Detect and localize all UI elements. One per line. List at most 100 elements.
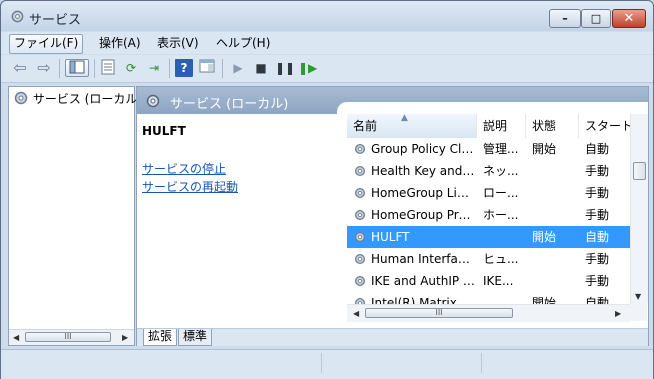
pane-title: サービス (ローカル) <box>170 97 289 112</box>
service-status-cell: 開始 <box>532 142 557 156</box>
tab-extended[interactable]: 拡張 <box>143 329 178 346</box>
status-cell <box>321 353 322 373</box>
gear-icon <box>354 275 366 287</box>
service-status-cell <box>532 248 576 270</box>
service-status-cell <box>532 160 576 182</box>
console-icon[interactable] <box>198 59 216 77</box>
column-header-name[interactable]: ▲ 名前 <box>347 114 477 138</box>
restart-service-icon[interactable]: ❚▶ <box>298 59 317 77</box>
service-startup-cell: 自動 <box>585 142 610 156</box>
service-name-cell: IKE and AuthIP IPsec Keying Modules <box>371 274 475 288</box>
scroll-left-icon[interactable]: ◀ <box>13 333 19 342</box>
scrollbar-thumb[interactable]: III <box>365 308 513 318</box>
start-service-icon[interactable]: ▶ <box>229 59 247 77</box>
gear-icon <box>146 94 160 108</box>
maximize-button[interactable]: □ <box>581 9 611 28</box>
column-label: 名前 <box>353 119 378 133</box>
list-horizontal-scrollbar[interactable]: ◀ III ▶ <box>347 304 630 322</box>
title-bar[interactable]: サービス – □ ✕ <box>1 1 653 31</box>
refresh-icon[interactable]: ⟳ <box>122 59 140 77</box>
service-description-cell: ヒュ... <box>483 252 519 266</box>
service-status-cell <box>532 204 576 226</box>
gear-icon <box>14 91 28 105</box>
toolbar-separator <box>59 59 60 78</box>
table-row[interactable]: HomeGroup Provider ホー... 手動 <box>347 204 630 226</box>
column-label: 説明 <box>483 119 508 133</box>
service-status-cell: 開始 <box>532 230 557 244</box>
service-name-cell: Health Key and Certificate Management <box>371 164 475 178</box>
service-startup-cell: 自動 <box>585 230 610 244</box>
services-list: ▲ 名前 説明 状態 スタートアップの種類 Group Policy Clien… <box>347 114 630 330</box>
scroll-left-icon[interactable]: ◀ <box>353 309 359 318</box>
menu-file[interactable]: ファイル(F) <box>9 34 84 54</box>
service-startup-cell: 手動 <box>585 186 610 200</box>
service-status-cell <box>532 182 576 204</box>
properties-icon[interactable] <box>99 59 117 77</box>
close-button[interactable]: ✕ <box>612 9 646 28</box>
header-notch <box>337 102 648 114</box>
gear-icon <box>354 231 366 243</box>
pane-header: サービス (ローカル) <box>137 87 648 114</box>
scroll-right-icon[interactable]: ▶ <box>122 333 128 342</box>
minimize-icon: – <box>562 12 568 25</box>
table-row[interactable]: Group Policy Client 管理... 開始 自動 <box>347 138 630 160</box>
menu-view[interactable]: 表示(V) <box>153 34 203 52</box>
sort-ascending-icon: ▲ <box>401 114 408 123</box>
toolbar-separator <box>94 59 95 78</box>
table-row[interactable]: HomeGroup Listener ロー... 手動 <box>347 182 630 204</box>
stop-service-link[interactable]: サービスの停止 <box>142 160 226 177</box>
column-label: 状態 <box>532 119 557 133</box>
service-description-cell: 管理... <box>483 142 519 156</box>
table-row[interactable]: IKE and AuthIP IPsec Keying Modules IKE..… <box>347 270 630 292</box>
status-cell <box>481 353 482 373</box>
table-row[interactable]: Human Interface Device Access ヒュ... 手動 <box>347 248 630 270</box>
scroll-down-icon[interactable]: ▼ <box>635 292 641 301</box>
service-name-cell: Group Policy Client <box>371 142 475 156</box>
service-description-cell <box>483 226 523 248</box>
toolbar-separator <box>169 59 170 78</box>
table-row[interactable]: HULFT 開始 自動 <box>347 226 630 248</box>
tree-pane: サービス (ローカル) ◀ III ▶ <box>8 86 142 346</box>
back-icon[interactable]: ⇦ <box>11 59 29 77</box>
services-app-icon <box>11 10 24 23</box>
scroll-right-icon[interactable]: ▶ <box>615 309 621 318</box>
gear-icon <box>354 143 366 155</box>
window-title: サービス <box>29 13 82 28</box>
maximize-icon: □ <box>590 12 602 25</box>
toolbar: ⇦ ⇨ ⟳ ⇥ ? ▶ ■ ❚❚ ❚▶ <box>1 55 653 83</box>
restart-service-link[interactable]: サービスの再起動 <box>142 178 238 195</box>
export-list-icon[interactable]: ⇥ <box>145 59 163 77</box>
show-hide-tree-icon[interactable] <box>65 59 89 77</box>
tree-item-services-local[interactable]: サービス (ローカル) <box>13 90 142 107</box>
close-icon: ✕ <box>623 11 635 26</box>
scrollbar-thumb[interactable]: III <box>25 332 111 342</box>
pause-service-icon[interactable]: ❚❚ <box>275 59 295 77</box>
scrollbar-thumb[interactable] <box>633 162 646 180</box>
tree-horizontal-scrollbar[interactable]: ◀ III ▶ <box>9 329 134 345</box>
minimize-button[interactable]: – <box>549 9 581 28</box>
list-vertical-scrollbar[interactable]: ▼ <box>630 114 648 303</box>
service-description-cell: ホー... <box>483 208 519 222</box>
help-icon[interactable]: ? <box>175 59 193 77</box>
scrollbar-corner <box>630 303 647 321</box>
column-header-description[interactable]: 説明 <box>477 114 526 138</box>
service-name-cell: HomeGroup Listener <box>371 186 475 200</box>
tab-standard[interactable]: 標準 <box>178 329 213 346</box>
services-pane: サービス (ローカル) HULFT サービスの停止 サービスの再起動 ▲ 名前 … <box>136 86 649 346</box>
gear-icon <box>354 165 366 177</box>
menu-help[interactable]: ヘルプ(H) <box>212 34 274 52</box>
service-startup-cell: 手動 <box>585 164 610 178</box>
gear-icon <box>354 187 366 199</box>
stop-service-icon[interactable]: ■ <box>252 59 270 77</box>
forward-icon[interactable]: ⇨ <box>35 59 53 77</box>
selected-service-name: HULFT <box>142 124 186 138</box>
column-header-status[interactable]: 状態 <box>526 114 579 138</box>
column-header-startup-type[interactable]: スタートアップの種類 <box>579 114 630 138</box>
description-panel: HULFT サービスの停止 サービスの再起動 <box>137 114 342 328</box>
service-description-cell: ロー... <box>483 186 519 200</box>
menu-action[interactable]: 操作(A) <box>95 34 145 52</box>
table-row[interactable]: Health Key and Certificate Management ネッ.… <box>347 160 630 182</box>
tree-item-label: サービス (ローカル) <box>32 92 143 106</box>
service-startup-cell: 手動 <box>585 274 610 288</box>
service-name-cell: HomeGroup Provider <box>371 208 475 222</box>
